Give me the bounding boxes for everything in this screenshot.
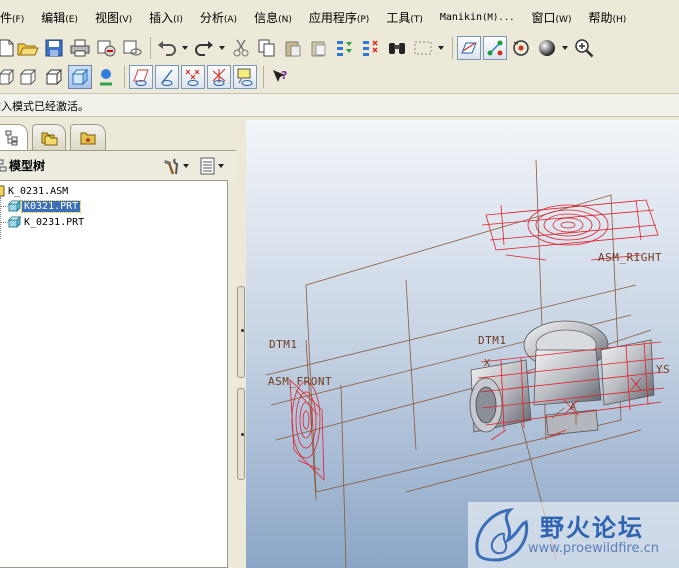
datum-axes-toggle-icon[interactable] bbox=[483, 36, 507, 60]
hammer-wrench-icon bbox=[164, 158, 179, 175]
annotation-display-icon[interactable] bbox=[233, 65, 257, 89]
menu-info[interactable]: 信息(N) bbox=[246, 9, 301, 26]
model-viewport bbox=[265, 159, 665, 568]
menu-insert[interactable]: 插入(I) bbox=[141, 9, 192, 26]
send-mail-icon[interactable] bbox=[94, 36, 118, 60]
datum-label-dtm1-center[interactable]: DTM1 bbox=[478, 334, 507, 347]
datum-label-asm-right[interactable]: ASM_RIGHT bbox=[598, 251, 662, 264]
csys-display-icon[interactable] bbox=[207, 65, 231, 89]
tab-favorites[interactable] bbox=[70, 124, 106, 150]
model-tree-header-icon bbox=[0, 159, 7, 171]
datum-label-asm-front[interactable]: ASM_FRONT bbox=[268, 375, 332, 388]
tree-settings-dropdown-icon[interactable] bbox=[182, 154, 190, 178]
model-tree-tools bbox=[162, 154, 228, 178]
axis-display-icon[interactable] bbox=[155, 65, 179, 89]
redo-dropdown-icon[interactable] bbox=[218, 36, 226, 60]
navigator-tabs bbox=[0, 124, 236, 150]
standard-toolbar bbox=[0, 34, 679, 62]
menu-manikin[interactable]: Manikin(M)... bbox=[432, 12, 524, 23]
copy-icon[interactable] bbox=[255, 36, 279, 60]
plane-display-icon[interactable] bbox=[129, 65, 153, 89]
save-icon[interactable] bbox=[42, 36, 66, 60]
favorites-icon bbox=[80, 132, 96, 144]
hidden-line-cube-icon[interactable] bbox=[16, 65, 40, 89]
folder-browser-icon bbox=[41, 132, 58, 145]
undo-icon[interactable] bbox=[155, 36, 179, 60]
view-toolbar: ? bbox=[0, 62, 679, 92]
part-icon bbox=[8, 216, 22, 228]
message-text: 插入模式已经激活。 bbox=[0, 100, 89, 113]
watermark-title: 野火论坛 bbox=[540, 514, 644, 542]
tree-show-button[interactable] bbox=[199, 154, 228, 178]
shaded-cube-icon[interactable] bbox=[68, 65, 92, 89]
model-tree-title: 模型树 bbox=[9, 159, 46, 173]
paste-icon[interactable] bbox=[281, 36, 305, 60]
new-file-icon[interactable] bbox=[0, 36, 14, 60]
paste-special-icon[interactable] bbox=[307, 36, 331, 60]
tree-connector bbox=[0, 197, 1, 239]
undo-dropdown-icon[interactable] bbox=[181, 36, 189, 60]
toolbar-separator bbox=[452, 37, 453, 59]
menu-help[interactable]: 帮助(H) bbox=[580, 9, 635, 26]
regenerate-icon[interactable] bbox=[333, 36, 357, 60]
flame-logo-icon bbox=[475, 508, 529, 562]
selection-box-icon[interactable] bbox=[411, 36, 435, 60]
menu-applications[interactable]: 应用程序(P) bbox=[301, 9, 378, 26]
model-tree-header: 模型树 bbox=[0, 150, 236, 180]
watermark-url: www.proewildfire.cn bbox=[528, 541, 659, 556]
no-hidden-cube-icon[interactable] bbox=[42, 65, 66, 89]
display-style-dropdown-icon[interactable] bbox=[561, 36, 569, 60]
splitter-grip-lower[interactable] bbox=[237, 388, 245, 480]
menu-edit[interactable]: 编辑(E) bbox=[33, 9, 87, 26]
part-icon bbox=[8, 200, 22, 212]
tab-folder-browser[interactable] bbox=[32, 124, 66, 150]
wireframe-cube-icon[interactable] bbox=[0, 65, 14, 89]
menu-file[interactable]: 件(F) bbox=[0, 9, 33, 26]
splitter-grip-upper[interactable] bbox=[237, 286, 245, 378]
enhanced-realism-icon[interactable] bbox=[94, 65, 118, 89]
message-area: 插入模式已经激活。 bbox=[0, 93, 679, 117]
datum-label-dtm1[interactable]: DTM1 bbox=[269, 338, 298, 351]
send-link-icon[interactable] bbox=[120, 36, 144, 60]
menu-bar: 件(F) 编辑(E) 视图(V) 插入(I) 分析(A) 信息(N) 应用程序(… bbox=[0, 0, 679, 34]
menu-tools[interactable]: 工具(T) bbox=[378, 9, 432, 26]
tree-item-part[interactable]: K_0231.PRT bbox=[8, 214, 86, 230]
context-help-icon[interactable]: ? bbox=[268, 65, 292, 89]
toolbar-separator bbox=[263, 66, 264, 88]
tree-connector bbox=[0, 222, 8, 223]
zoom-in-icon[interactable] bbox=[572, 36, 596, 60]
spin-center-icon[interactable] bbox=[509, 36, 533, 60]
menu-window[interactable]: 窗口(W) bbox=[524, 9, 581, 26]
point-display-icon[interactable] bbox=[181, 65, 205, 89]
shading-sphere-icon[interactable] bbox=[535, 36, 559, 60]
menu-analysis[interactable]: 分析(A) bbox=[192, 9, 246, 26]
tree-show-dropdown-icon[interactable] bbox=[217, 154, 225, 178]
tree-item-assembly[interactable]: K_0231.ASM bbox=[0, 183, 70, 199]
tree-settings-button[interactable] bbox=[162, 154, 193, 178]
list-icon bbox=[200, 157, 215, 175]
redo-icon[interactable] bbox=[192, 36, 216, 60]
navigator-panel: 模型树 K_0231.ASM K0321.PRT K_0231.PRT bbox=[0, 120, 236, 568]
regen-manager-icon[interactable] bbox=[359, 36, 383, 60]
datum-label-x-axis[interactable]: X bbox=[484, 358, 491, 369]
model-tree-icon bbox=[5, 130, 18, 145]
print-icon[interactable] bbox=[68, 36, 92, 60]
datum-label-a-axis[interactable]: A bbox=[570, 402, 577, 413]
tree-connector bbox=[0, 206, 8, 207]
datum-label-csys[interactable]: YS bbox=[656, 363, 670, 376]
tree-item-part[interactable]: K0321.PRT bbox=[8, 198, 82, 214]
svg-text:?: ? bbox=[281, 69, 287, 82]
graphics-window[interactable]: ASM_RIGHT DTM1 ASM_FRONT DTM1 YS X A bbox=[246, 120, 679, 568]
menu-view[interactable]: 视图(V) bbox=[87, 9, 141, 26]
datum-planes-toggle-icon[interactable] bbox=[457, 36, 481, 60]
cut-icon[interactable] bbox=[229, 36, 253, 60]
toolbar-separator bbox=[124, 66, 125, 88]
panel-splitter[interactable] bbox=[236, 120, 246, 568]
tab-model-tree[interactable] bbox=[0, 124, 28, 150]
open-folder-icon[interactable] bbox=[16, 36, 40, 60]
model-tree: K_0231.ASM K0321.PRT K_0231.PRT bbox=[0, 180, 228, 568]
toolbar-separator bbox=[150, 37, 151, 59]
selection-dropdown-icon[interactable] bbox=[437, 36, 445, 60]
binoculars-icon[interactable] bbox=[385, 36, 409, 60]
